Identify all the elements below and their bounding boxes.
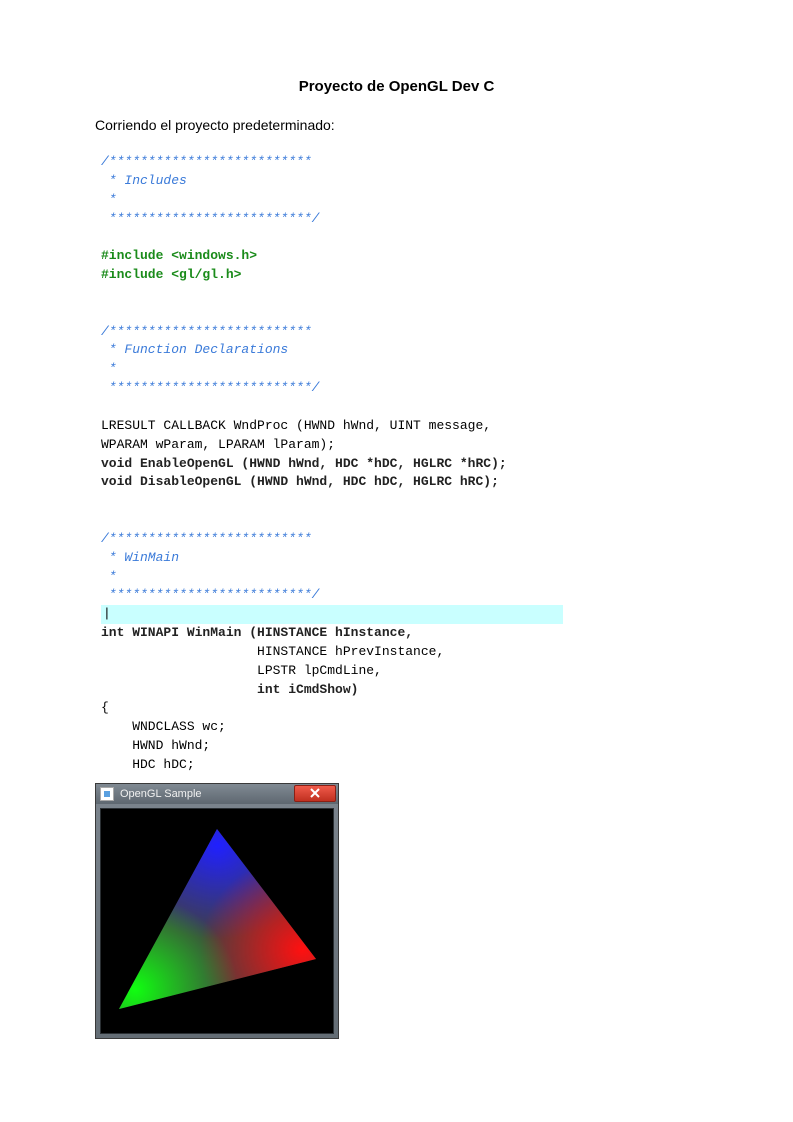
- comment-funcdecl: * Function Declarations: [101, 342, 288, 357]
- decl-3: void DisableOpenGL (HWND hWnd, HDC hDC, …: [101, 474, 499, 489]
- triangle-render: [101, 809, 333, 1033]
- comment-winmain: * WinMain: [101, 550, 179, 565]
- page-subtitle: Corriendo el proyecto predeterminado:: [95, 117, 698, 133]
- body-2: HWND hWnd;: [101, 738, 210, 753]
- body-1: WNDCLASS wc;: [101, 719, 226, 734]
- close-icon: [309, 788, 321, 798]
- winmain-4: int iCmdShow): [101, 682, 358, 697]
- comment-close-3: **************************/: [101, 587, 319, 602]
- body-3: HDC hDC;: [101, 757, 195, 772]
- comment-close: **************************/: [101, 211, 319, 226]
- window-titlebar[interactable]: OpenGL Sample: [96, 784, 338, 804]
- winmain-1: int WINAPI WinMain (HINSTANCE hInstance,: [101, 625, 413, 640]
- app-icon: [100, 787, 114, 801]
- decl-1b: WPARAM wParam, LPARAM lParam);: [101, 437, 335, 452]
- comment-open-3: /**************************: [101, 531, 312, 546]
- decl-2: void EnableOpenGL (HWND hWnd, HDC *hDC, …: [101, 456, 507, 471]
- winmain-3: LPSTR lpCmdLine,: [101, 663, 382, 678]
- close-button[interactable]: [294, 785, 336, 802]
- winmain-2: HINSTANCE hPrevInstance,: [101, 644, 444, 659]
- window-title: OpenGL Sample: [120, 788, 202, 800]
- comment-close-2: **************************/: [101, 380, 319, 395]
- decl-1a: LRESULT CALLBACK WndProc (HWND hWnd, UIN…: [101, 418, 491, 433]
- comment-open: /**************************: [101, 154, 312, 169]
- comment-open-2: /**************************: [101, 324, 312, 339]
- comment-blank-3: *: [101, 569, 117, 584]
- code-block: /************************** * Includes *…: [95, 147, 698, 781]
- page-title: Proyecto de OpenGL Dev C: [95, 78, 698, 95]
- output-window: OpenGL Sample: [95, 783, 339, 1039]
- include-line-2: #include <gl/gl.h>: [101, 267, 241, 282]
- cursor-line: |: [101, 605, 563, 624]
- brace-open: {: [101, 700, 109, 715]
- include-line-1: #include <windows.h>: [101, 248, 257, 263]
- comment-includes: * Includes: [101, 173, 187, 188]
- comment-blank: *: [101, 192, 117, 207]
- comment-blank-2: *: [101, 361, 117, 376]
- opengl-canvas: [100, 808, 334, 1034]
